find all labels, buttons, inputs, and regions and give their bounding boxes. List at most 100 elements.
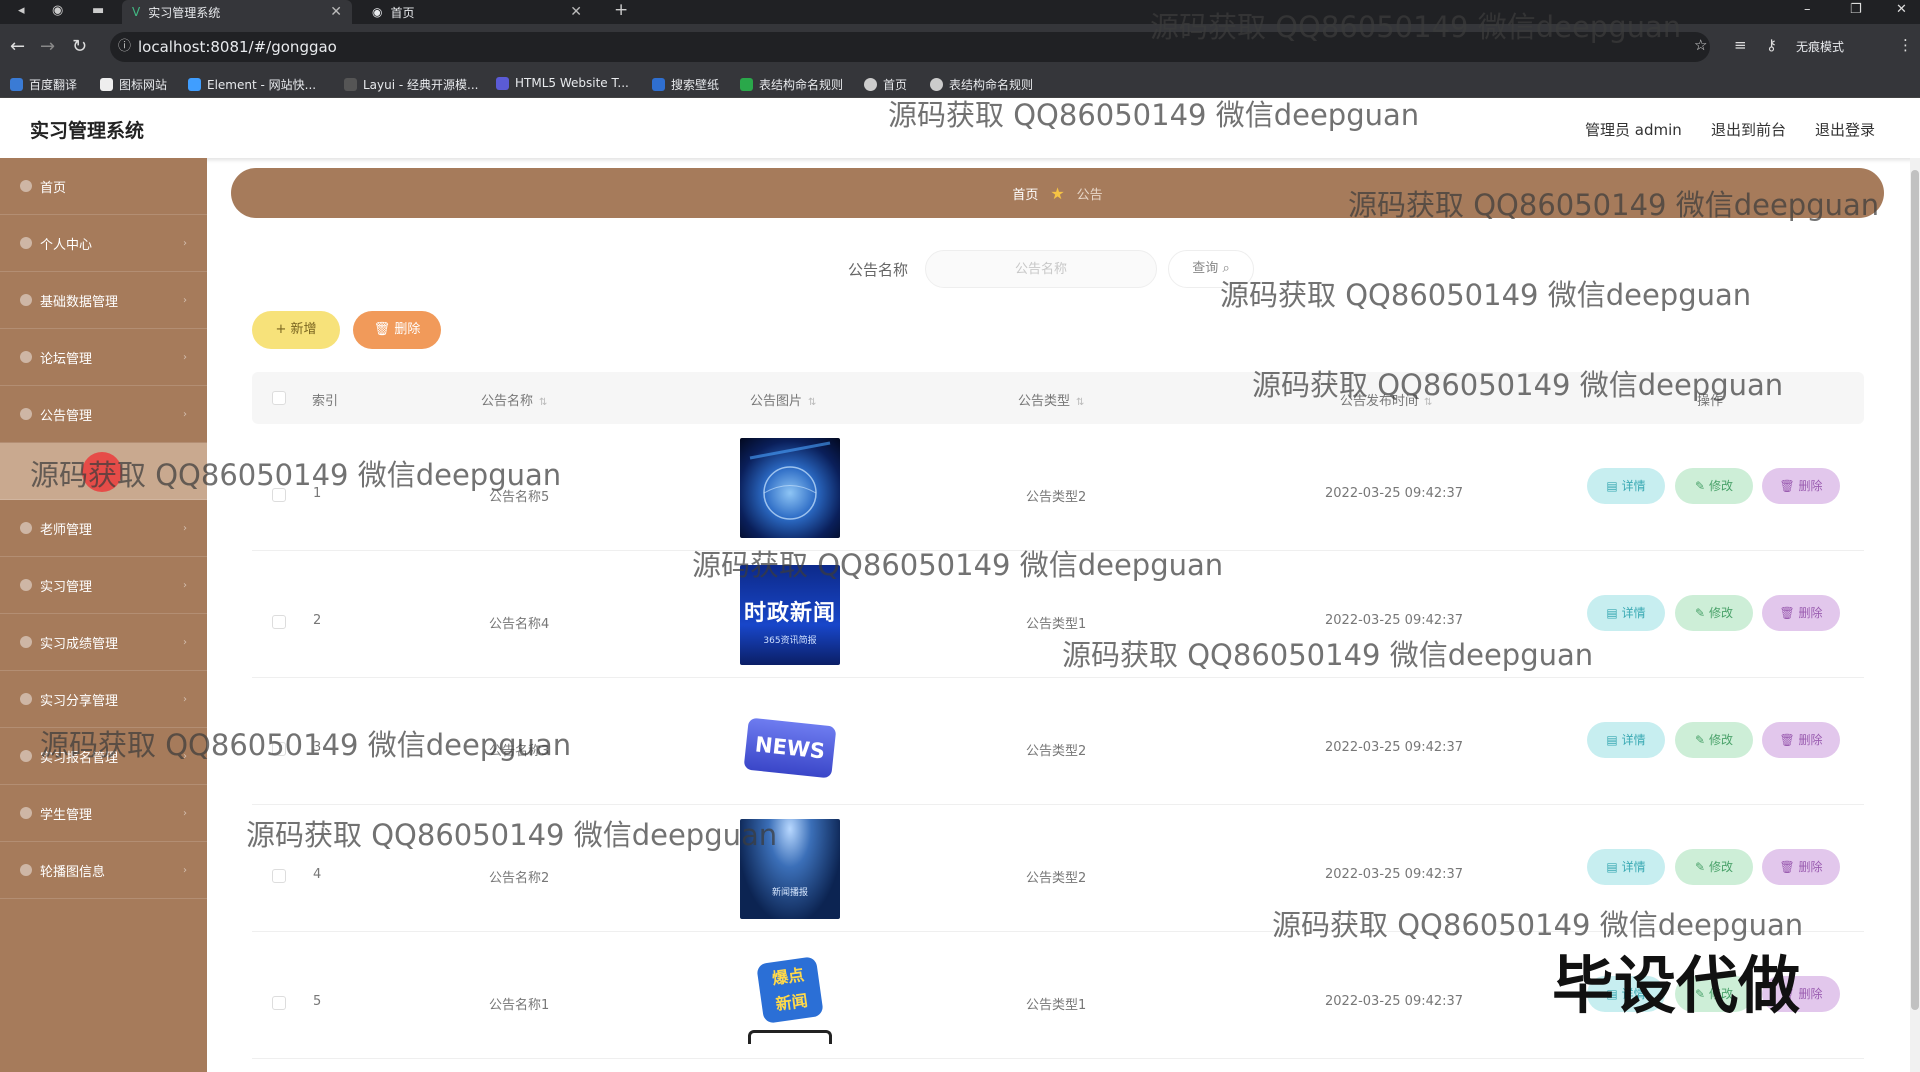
carousel-icon (20, 864, 32, 876)
row-checkbox[interactable] (272, 615, 286, 629)
detail-button[interactable]: ▤ 详情 (1587, 595, 1665, 631)
detail-button[interactable]: ▤ 详情 (1587, 468, 1665, 504)
sidebar-item-student[interactable]: 学生管理 › (0, 785, 207, 842)
doc-icon: ▤ (1606, 860, 1618, 874)
baodian-news-image[interactable]: 爆点 新闻 (740, 946, 840, 1046)
delete-button[interactable]: 🗑 删除 (1762, 468, 1840, 504)
row-checkbox[interactable] (272, 869, 286, 883)
restore-icon[interactable]: ❐ (1850, 2, 1862, 17)
sort-icon: ⇅ (808, 397, 817, 408)
delete-button[interactable]: 🗑 删除 (1762, 849, 1840, 885)
new-tab-button[interactable]: + (614, 0, 628, 20)
reading-list-icon[interactable]: ≡ (1734, 36, 1747, 54)
close-tab-icon[interactable]: ✕ (570, 4, 582, 20)
info-icon[interactable]: ⓘ (118, 32, 131, 62)
bookmark-item[interactable]: 表结构命名规则 (740, 76, 843, 93)
bookmark-item[interactable]: 图标网站 (100, 76, 167, 93)
sidebar-item-internship[interactable]: 实习管理 › (0, 557, 207, 614)
trash-icon: 🗑 (373, 322, 391, 337)
news-button-image[interactable]: NEWS (740, 692, 840, 792)
cell-time: 2022-03-25 09:42:37 (1325, 613, 1464, 628)
forward-icon[interactable]: → (40, 36, 55, 57)
cell-time: 2022-03-25 09:42:37 (1325, 994, 1464, 1009)
tab-home[interactable]: ◉ 首页 ✕ (362, 0, 592, 24)
globe-icon[interactable]: ◉ (52, 3, 63, 18)
pencil-icon: ✎ (1695, 606, 1706, 620)
home-icon (20, 180, 32, 192)
logout-link[interactable]: 退出登录 (1815, 119, 1875, 140)
sidebar-item-notice[interactable]: 公告管理 › (0, 386, 207, 443)
key-icon[interactable]: ⚷ (1766, 36, 1777, 54)
delete-button[interactable]: 🗑 删除 (1762, 595, 1840, 631)
close-window-icon[interactable]: ✕ (1896, 2, 1907, 17)
edit-button[interactable]: ✎ 修改 (1675, 595, 1753, 631)
scrollbar-thumb[interactable] (1911, 170, 1919, 1010)
chevron-icon: › (183, 522, 187, 534)
sort-icon: ⇅ (539, 397, 548, 408)
cell-name: 公告名称2 (489, 871, 550, 886)
chevron-icon: › (183, 693, 187, 705)
bookmark-item[interactable]: 表结构命名规则 (930, 76, 1033, 93)
sidebar-item-teacher[interactable]: 老师管理 › (0, 500, 207, 557)
header-name[interactable]: 公告名称 ⇅ (481, 390, 547, 409)
cell-type: 公告类型2 (1026, 490, 1087, 505)
bookmark-item[interactable]: Layui - 经典开源模... (344, 76, 478, 93)
cell-time: 2022-03-25 09:42:37 (1325, 486, 1464, 501)
sidebar-item-basic-data[interactable]: 基础数据管理 › (0, 272, 207, 329)
menu-dots-icon[interactable]: ⋮ (1898, 36, 1913, 54)
to-front-link[interactable]: 退出到前台 (1711, 119, 1786, 140)
bookmark-item[interactable]: 首页 (864, 76, 907, 93)
score-icon (20, 636, 32, 648)
doc-icon: ▤ (1606, 606, 1618, 620)
chevron-icon: › (183, 294, 187, 306)
current-user: 管理员 admin (1585, 121, 1682, 139)
sidebar-item-carousel[interactable]: 轮播图信息 › (0, 842, 207, 899)
edit-button[interactable]: ✎ 修改 (1675, 722, 1753, 758)
cell-name: 公告名称1 (489, 998, 550, 1013)
cell-name: 公告名称4 (489, 617, 550, 632)
bookmark-item[interactable]: 搜索壁纸 (652, 76, 719, 93)
edit-button[interactable]: ✎ 修改 (1675, 468, 1753, 504)
window-icon[interactable]: ▬ (92, 3, 104, 18)
search-input[interactable] (925, 250, 1157, 288)
delete-button[interactable]: 🗑 删除 (1762, 722, 1840, 758)
sidebar-item-profile[interactable]: 个人中心 › (0, 215, 207, 272)
sidebar-item-forum[interactable]: 论坛管理 › (0, 329, 207, 386)
minimize-icon[interactable]: – (1804, 2, 1811, 17)
detail-button[interactable]: ▤ 详情 (1587, 849, 1665, 885)
doc-icon: ▤ (1606, 733, 1618, 747)
sidebar-item-home[interactable]: 首页 (0, 158, 207, 215)
globe-news-image[interactable] (740, 438, 840, 538)
sidebar-item-share[interactable]: 实习分享管理 › (0, 671, 207, 728)
app-title: 实习管理系统 (30, 120, 145, 142)
add-button[interactable]: + 新增 (252, 311, 340, 349)
watermark: 源码获取 QQ86050149 微信deepguan (692, 548, 1224, 582)
star-icon[interactable]: ☆ (1694, 36, 1707, 54)
row-checkbox[interactable] (272, 996, 286, 1010)
detail-button[interactable]: ▤ 详情 (1587, 722, 1665, 758)
back-icon[interactable]: ← (10, 36, 25, 57)
breadcrumb-current: 公告 (1076, 187, 1103, 203)
bookmark-item[interactable]: 百度翻译 (10, 76, 77, 93)
close-tab-icon[interactable]: ✕ (330, 4, 342, 20)
edit-button[interactable]: ✎ 修改 (1675, 849, 1753, 885)
bookmark-item[interactable]: Element - 网站快... (188, 76, 316, 93)
batch-delete-button[interactable]: 🗑 删除 (353, 311, 441, 349)
reload-icon[interactable]: ↻ (72, 36, 87, 57)
sidebar-item-scores[interactable]: 实习成绩管理 › (0, 614, 207, 671)
header-image[interactable]: 公告图片 ⇅ (750, 390, 816, 409)
select-all-checkbox[interactable] (272, 391, 286, 405)
tab-title: 实习管理系统 (148, 5, 221, 20)
back-history-icon[interactable]: ◂ (18, 3, 25, 18)
bookmark-item[interactable]: HTML5 Website T... (496, 76, 629, 90)
header-type[interactable]: 公告类型 ⇅ (1018, 390, 1084, 409)
watermark: 源码获取 QQ86050149 微信deepguan (40, 728, 572, 762)
incognito-label[interactable]: 无痕模式 (1796, 38, 1844, 55)
briefcase-icon (20, 579, 32, 591)
breadcrumb-home[interactable]: 首页 (1012, 184, 1038, 203)
tab-internship-system[interactable]: V 实习管理系统 ✕ (122, 0, 352, 24)
pencil-icon: ✎ (1695, 479, 1706, 493)
watermark: 源码获取 QQ86050149 微信deepguan (888, 98, 1420, 132)
sort-icon: ⇅ (1076, 397, 1085, 408)
teacher-icon (20, 522, 32, 534)
